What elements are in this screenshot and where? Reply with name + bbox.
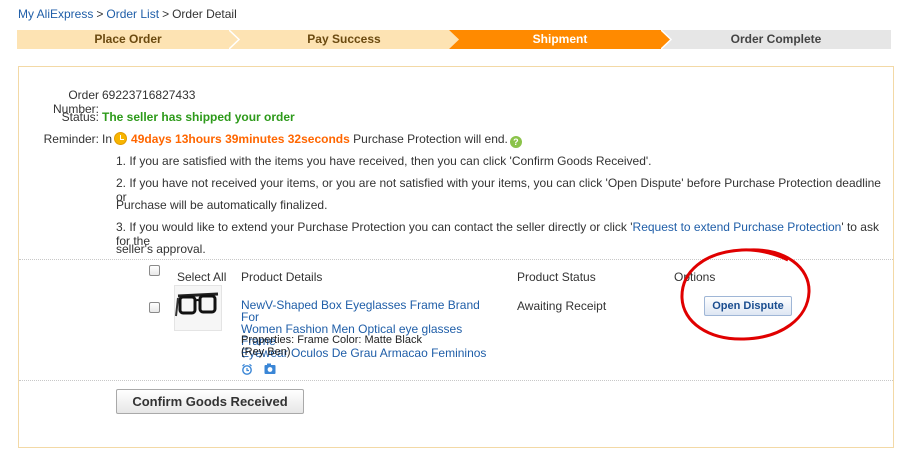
select-all-label: Select All — [177, 270, 227, 284]
product-properties-extra: (Rey Ben) — [241, 346, 291, 358]
open-dispute-button[interactable]: Open Dispute — [704, 296, 792, 316]
divider — [19, 259, 893, 260]
status-label: Status: — [61, 110, 99, 124]
protection-countdown: 49days 13hours 39minutes 32seconds — [131, 132, 350, 146]
order-number: 69223716827433 — [102, 88, 196, 102]
reminder: In 49days 13hours 39minutes 32seconds Pur… — [102, 132, 522, 148]
step-label: Place Order — [94, 32, 162, 46]
product-properties-text: Properties: Frame Color: Matte Black — [241, 334, 422, 346]
step-label: Pay Success — [307, 32, 381, 46]
note-3: 3. If you would like to extend your Purc… — [116, 220, 893, 248]
product-name-line: NewV-Shaped Box Eyeglasses Frame Brand F… — [241, 298, 480, 324]
note-1: 1. If you are satisfied with the items y… — [116, 154, 652, 168]
breadcrumb: My AliExpress > Order List > Order Detail — [18, 7, 237, 21]
reminder-label: Reminder: — [43, 132, 99, 146]
reminder-suffix: Purchase Protection will end. — [353, 132, 508, 146]
product-checkbox[interactable] — [149, 302, 160, 313]
step-label: Shipment — [532, 32, 588, 46]
product-properties: Properties: Frame Color: Matte Black (Re… — [241, 334, 422, 358]
snapshot-icon[interactable] — [264, 363, 276, 375]
eyeglasses-image — [175, 292, 219, 317]
order-status: The seller has shipped your order — [102, 110, 295, 124]
col-product-status: Product Status — [517, 270, 596, 284]
product-thumbnail[interactable] — [174, 285, 222, 331]
col-options: Options — [674, 270, 716, 284]
order-detail-panel: Order Number: 69223716827433 Status: The… — [18, 66, 894, 448]
extend-protection-link[interactable]: Request to extend Purchase Protection — [633, 220, 842, 234]
help-icon[interactable]: ? — [509, 136, 522, 148]
note-2-continued: Purchase will be automatically finalized… — [116, 198, 328, 212]
alarm-clock-icon[interactable] — [241, 363, 253, 375]
divider — [19, 380, 893, 381]
note-3-prefix: 3. If you would like to extend your Purc… — [116, 220, 633, 234]
step-label: Order Complete — [730, 32, 822, 46]
reminder-prefix: In — [102, 132, 113, 146]
col-product-details: Product Details — [241, 270, 323, 284]
breadcrumb-order-list[interactable]: Order List — [106, 7, 159, 21]
step-place-order: Place Order — [17, 30, 239, 49]
select-all-checkbox[interactable] — [149, 265, 160, 276]
order-progress: Place Order Pay Success Shipment Order C… — [17, 30, 891, 49]
confirm-goods-received-button[interactable]: Confirm Goods Received — [116, 389, 304, 414]
breadcrumb-separator: > — [162, 7, 170, 21]
breadcrumb-current: Order Detail — [172, 7, 237, 21]
step-order-complete: Order Complete — [661, 30, 891, 49]
note-3-continued: seller's approval. — [116, 242, 206, 256]
breadcrumb-my-aliexpress[interactable]: My AliExpress — [18, 7, 93, 21]
clock-icon — [114, 132, 128, 145]
product-status: Awaiting Receipt — [517, 299, 607, 313]
step-pay-success: Pay Success — [229, 30, 459, 49]
breadcrumb-separator: > — [96, 7, 104, 21]
step-shipment: Shipment — [449, 30, 671, 49]
